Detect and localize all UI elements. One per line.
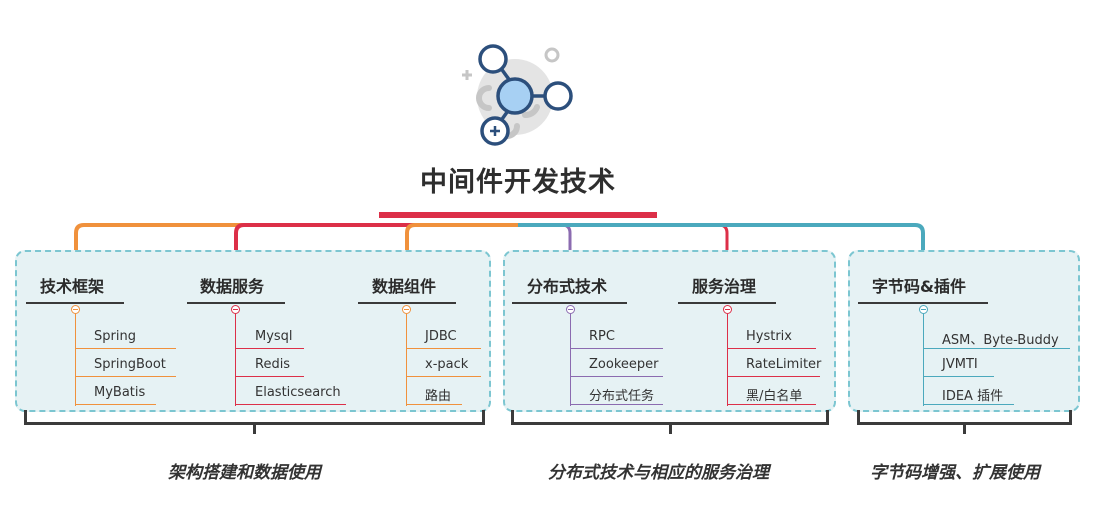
branch-line: [406, 314, 407, 406]
item-underline: [76, 348, 176, 349]
list-item: JDBC: [425, 329, 457, 344]
molecule-icon: [462, 44, 573, 146]
category-underline: [512, 302, 627, 304]
category-underline: [358, 302, 456, 304]
list-item: ASM、Byte-Buddy: [942, 333, 1059, 348]
item-underline: [571, 404, 663, 405]
item-underline: [407, 348, 481, 349]
list-item: Spring: [94, 329, 136, 344]
item-underline: [571, 348, 663, 349]
branch-line: [235, 314, 236, 406]
branch-line: [75, 314, 76, 406]
category-title: 分布式技术: [527, 277, 608, 296]
list-item: RPC: [589, 329, 615, 344]
item-underline: [924, 376, 994, 377]
bracket-tick: [253, 422, 256, 434]
list-item: Elasticsearch: [255, 385, 341, 400]
item-underline: [728, 348, 816, 349]
branch-line: [727, 314, 728, 406]
collapse-icon[interactable]: [566, 305, 575, 314]
item-underline: [728, 404, 816, 405]
group-summary-2: 分布式技术与相应的服务治理: [548, 463, 769, 483]
item-underline: [236, 404, 346, 405]
category-underline: [26, 302, 124, 304]
collapse-icon[interactable]: [919, 305, 928, 314]
connector-lines: [74, 223, 925, 253]
list-item: RateLimiter: [746, 357, 822, 372]
item-underline: [236, 348, 304, 349]
item-underline: [924, 348, 1070, 349]
collapse-icon[interactable]: [71, 305, 80, 314]
page-title: 中间件开发技术: [420, 167, 616, 198]
collapse-icon[interactable]: [231, 305, 240, 314]
branch-line: [923, 314, 924, 406]
collapse-icon[interactable]: [723, 305, 732, 314]
category-title: 技术框架: [40, 277, 105, 296]
item-underline: [571, 376, 663, 377]
list-item: Zookeeper: [589, 357, 659, 372]
branch-line: [570, 314, 571, 406]
category-title: 数据服务: [200, 277, 265, 296]
list-item: 路由: [425, 389, 452, 404]
list-item: 黑/白名单: [746, 389, 803, 404]
category-title: 服务治理: [692, 277, 757, 296]
collapse-icon[interactable]: [402, 305, 411, 314]
item-underline: [728, 376, 820, 377]
category-underline: [678, 302, 776, 304]
item-underline: [407, 404, 462, 405]
category-title: 字节码&插件: [872, 277, 966, 296]
item-underline: [924, 404, 1014, 405]
group-summary-3: 字节码增强、扩展使用: [870, 463, 1040, 483]
category-underline: [187, 302, 285, 304]
list-item: Hystrix: [746, 329, 792, 344]
category-title: 数据组件: [372, 277, 437, 296]
bracket-tick: [963, 422, 966, 434]
list-item: JVMTI: [942, 357, 978, 372]
category-underline: [858, 302, 988, 304]
bracket-tick: [669, 422, 672, 434]
list-item: MyBatis: [94, 385, 146, 400]
list-item: 分布式任务: [589, 389, 655, 404]
item-underline: [407, 376, 481, 377]
item-underline: [76, 376, 176, 377]
group-summary-1: 架构搭建和数据使用: [168, 463, 321, 483]
item-underline: [76, 404, 156, 405]
list-item: Redis: [255, 357, 291, 372]
list-item: SpringBoot: [94, 357, 166, 372]
list-item: x-pack: [425, 357, 469, 372]
list-item: IDEA 插件: [942, 389, 1004, 404]
item-underline: [236, 376, 304, 377]
list-item: Mysql: [255, 329, 293, 344]
